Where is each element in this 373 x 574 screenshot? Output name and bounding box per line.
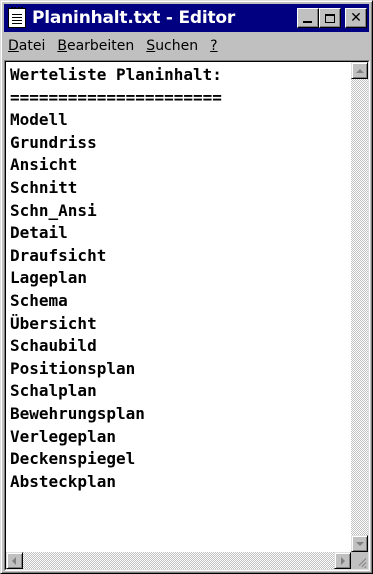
menu-datei[interactable]: Datei [4,38,51,54]
scroll-right-button[interactable] [334,552,351,569]
scroll-left-button[interactable] [6,552,23,569]
notepad-icon[interactable] [8,7,26,28]
scroll-down-button[interactable] [351,535,368,552]
text-line: Absteckplan [10,471,116,491]
title-bar[interactable]: Planinhalt.txt - Editor ✕ [4,4,369,32]
close-button[interactable]: ✕ [345,8,367,28]
arrow-left-icon [12,557,16,565]
scroll-up-button[interactable] [351,62,368,79]
maximize-button[interactable] [319,8,341,28]
text-line: Draufsicht [10,245,107,265]
text-line: Schema [10,290,68,310]
text-line: Detail [10,223,68,243]
text-line: Schaubild [10,336,97,356]
text-line: Werteliste Planinhalt: [10,65,222,84]
window-controls: ✕ [297,8,367,28]
text-line: Übersicht [10,313,97,333]
minimize-icon [303,21,312,23]
window-title: Planinhalt.txt - Editor [32,8,236,28]
size-grip[interactable] [351,552,368,569]
text-line: Positionsplan [10,358,136,378]
text-line: Modell [10,110,68,130]
menu-bearbeiten[interactable]: Bearbeiten [51,38,140,54]
text-line: Deckenspiegel [10,449,136,469]
arrow-up-icon [356,69,364,73]
text-line: Ansicht [10,155,78,175]
text-line: Schn_Ansi [10,200,97,220]
text-line: Schnitt [10,177,78,197]
text-line: Schalplan [10,381,97,401]
menu-bar: Datei Bearbeiten Suchen ? [4,33,369,59]
editor-window: Planinhalt.txt - Editor ✕ Datei Bearbeit… [0,0,373,574]
arrow-down-icon [356,542,364,546]
maximize-icon [325,13,335,23]
editor-client-area: Werteliste Planinhalt: ==================… [4,60,370,571]
text-line: Lageplan [10,268,88,288]
menu-help[interactable]: ? [204,38,223,54]
text-area[interactable]: Werteliste Planinhalt: ==================… [10,64,344,550]
minimize-button[interactable] [297,8,319,28]
close-icon: ✕ [350,10,362,26]
text-line: Verlegeplan [10,426,116,446]
text-line: Bewehrungsplan [10,403,145,423]
menu-suchen[interactable]: Suchen [140,38,204,54]
arrow-right-icon [341,557,345,565]
vertical-scrollbar[interactable] [351,62,368,552]
text-line: Grundriss [10,132,97,152]
text-line: ====================== [10,87,222,107]
horizontal-scrollbar[interactable] [6,552,351,569]
